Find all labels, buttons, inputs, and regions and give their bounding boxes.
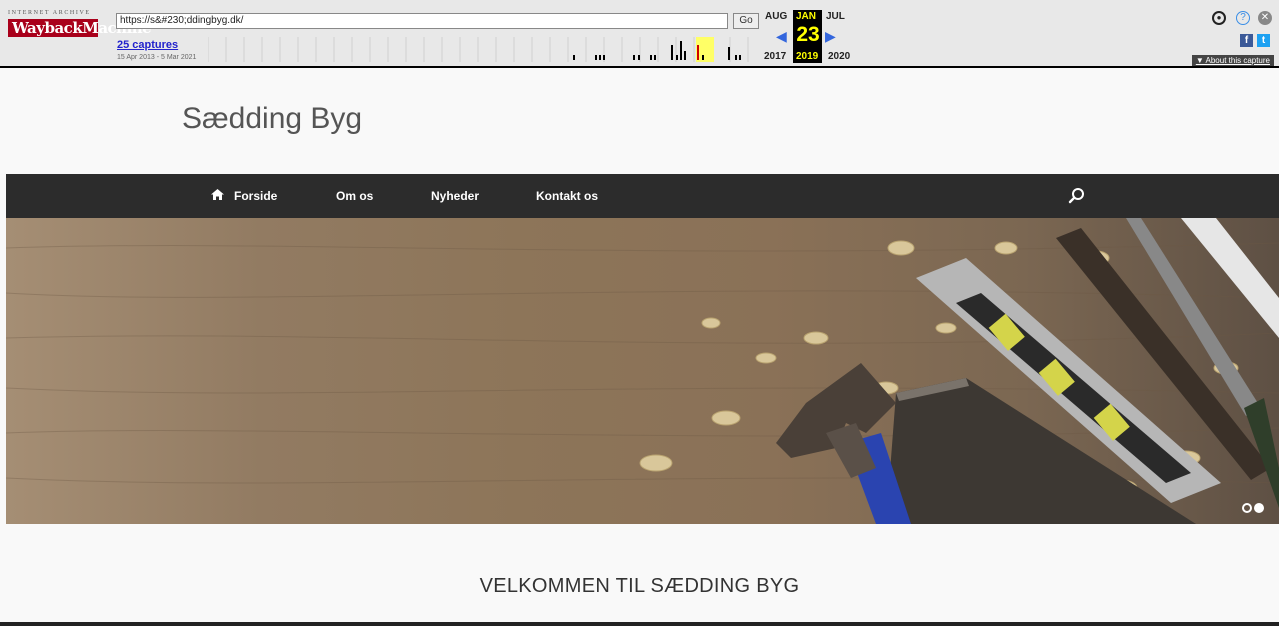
search-icon[interactable] [1068, 187, 1086, 205]
calendar-current-day: 23 [796, 23, 820, 46]
nav-label-forside: Forside [234, 189, 278, 203]
nav-item-kontakt-os[interactable]: Kontakt os [536, 174, 598, 218]
slider-dot-2[interactable] [1254, 503, 1264, 513]
about-capture-link[interactable]: ▼ About this capture [1191, 55, 1274, 66]
nav-item-om-os[interactable]: Om os [336, 174, 373, 218]
twitter-icon[interactable]: t [1257, 34, 1270, 47]
home-icon [211, 174, 224, 218]
calendar-next-month[interactable]: JUL [826, 11, 845, 22]
site-title[interactable]: Sædding Byg [182, 102, 362, 136]
calendar-current-year: 2019 [796, 51, 819, 62]
captures-link[interactable]: 25 captures [117, 39, 178, 51]
prev-capture-arrow-icon[interactable]: ◀ [776, 28, 787, 45]
hero-image [6, 218, 1279, 524]
bottom-divider [0, 622, 1279, 626]
wayback-go-button[interactable]: Go [733, 13, 759, 29]
wayback-logo[interactable]: INTERNET ARCHIVE WaybackMachine [8, 10, 152, 37]
help-icon[interactable]: ? [1236, 11, 1250, 25]
close-icon[interactable]: ✕ [1258, 11, 1272, 25]
main-nav: Forside Om os Nyheder Kontakt os [6, 174, 1279, 218]
nav-item-nyheder[interactable]: Nyheder [431, 174, 479, 218]
calendar-prev-month[interactable]: AUG [765, 11, 787, 22]
nav-item-forside[interactable]: Forside [211, 174, 277, 218]
welcome-heading: VELKOMMEN TIL SÆDDING BYG [479, 575, 800, 597]
user-account-icon[interactable]: ● [1212, 11, 1226, 25]
slider-dot-1[interactable] [1242, 503, 1252, 513]
wayback-toolbar: INTERNET ARCHIVE WaybackMachine https://… [0, 0, 1279, 68]
hero-slider[interactable] [6, 218, 1279, 524]
next-capture-arrow-icon[interactable]: ▶ [825, 28, 836, 45]
calendar-next-year[interactable]: 2020 [828, 51, 850, 62]
wayback-url-input[interactable]: https://s&#230;ddingbyg.dk/ [116, 13, 728, 29]
wood-grain [6, 242, 1279, 484]
sparkline-bars [573, 41, 741, 60]
calendar-prev-year[interactable]: 2017 [764, 51, 786, 62]
sparkline-capture-mark [697, 45, 699, 60]
facebook-icon[interactable]: f [1240, 34, 1253, 47]
wayback-logo-top: INTERNET ARCHIVE [8, 10, 91, 16]
slider-pagination [1240, 500, 1264, 518]
captures-date-range: 15 Apr 2013 - 5 Mar 2021 [117, 54, 197, 61]
calendar-current-month: JAN [796, 11, 817, 22]
sparkline-grid [208, 37, 749, 62]
wayback-logo-main: WaybackMachine [8, 19, 152, 37]
capture-sparkline[interactable] [208, 37, 758, 62]
